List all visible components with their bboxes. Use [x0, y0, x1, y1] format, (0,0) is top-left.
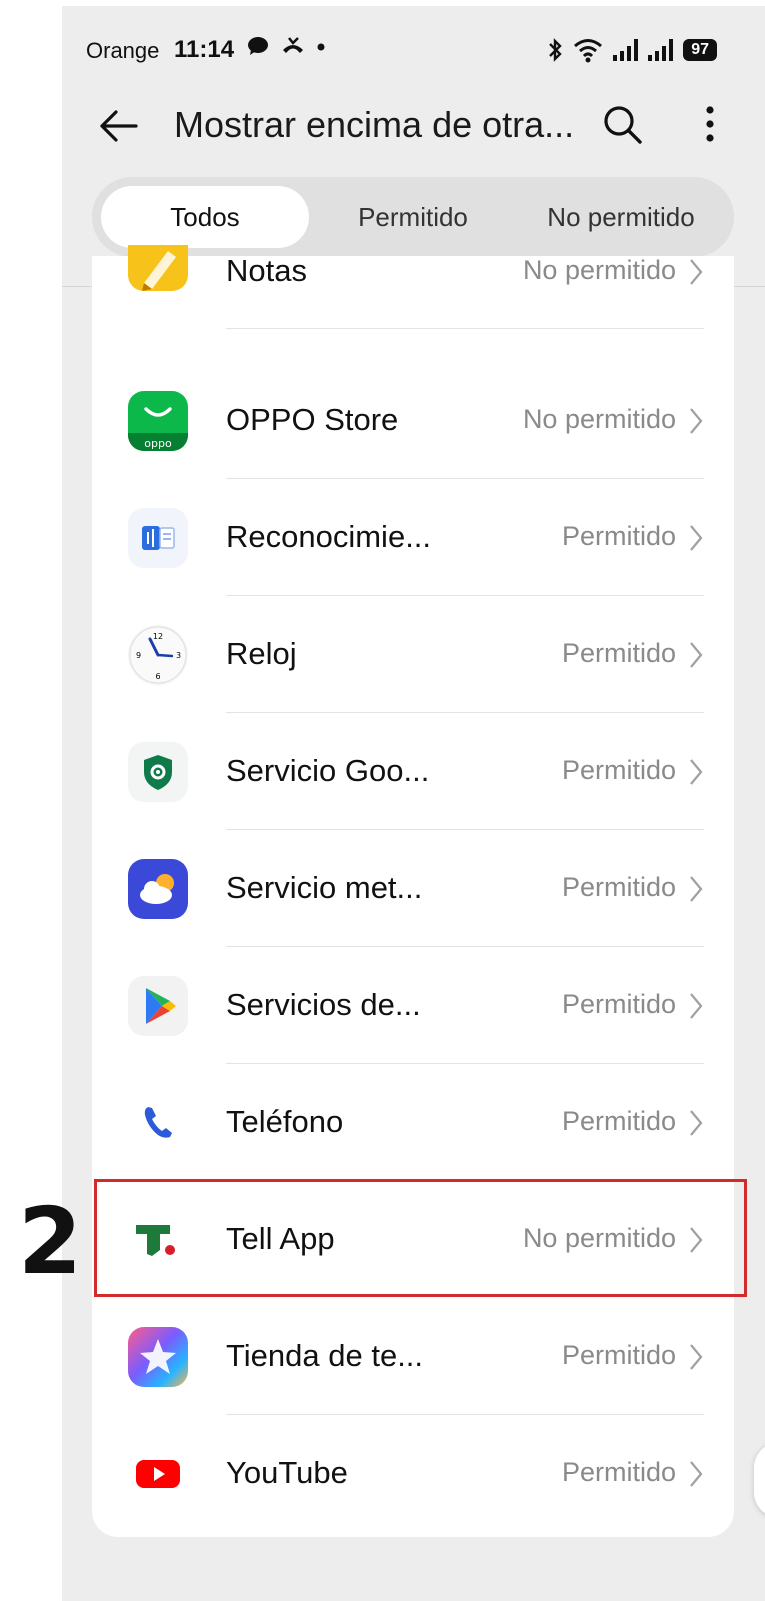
weather-icon — [128, 859, 188, 919]
tab-todos[interactable]: Todos — [101, 186, 309, 248]
permission-status: Permitido — [561, 521, 676, 551]
app-name: Teléfono — [226, 1104, 344, 1139]
permission-status: Permitido — [561, 1106, 676, 1136]
highlight-box — [94, 1179, 747, 1297]
page-title: Mostrar encima de otra... — [174, 104, 575, 145]
app-name: Servicio Goo... — [226, 753, 430, 788]
permission-status: No permitido — [522, 404, 676, 434]
list-item-notas[interactable]: Notas No permitido — [92, 245, 734, 362]
svg-text:12: 12 — [153, 632, 163, 641]
signal-icon-2 — [648, 39, 674, 61]
scroll-arrows-icon — [754, 1442, 765, 1518]
status-time: 11:14 — [174, 36, 235, 63]
battery-indicator: 97 — [683, 39, 717, 61]
app-list: Notas No permitido oppo OPPO Store No pe… — [92, 245, 734, 1537]
oppo-store-icon: oppo — [128, 391, 188, 451]
svg-text:oppo: oppo — [144, 437, 172, 450]
app-name: Notas — [226, 253, 307, 288]
chevron-right-icon — [690, 259, 703, 285]
list-item-reloj[interactable]: 12 6 9 3 Reloj Permitido — [92, 596, 734, 713]
search-icon[interactable] — [600, 102, 644, 146]
list-item-servicio-meteorologico[interactable]: Servicio met... Permitido — [92, 830, 734, 947]
app-name: YouTube — [226, 1455, 348, 1490]
notification-icons — [247, 36, 325, 62]
fast-scroll-handle[interactable] — [754, 1442, 765, 1518]
permission-status: Permitido — [561, 1457, 676, 1487]
status-bar: Orange 11:14 97 — [62, 28, 765, 68]
phone-icon — [128, 1093, 188, 1153]
carrier-label: Orange — [86, 38, 160, 63]
theme-store-icon — [128, 1327, 188, 1387]
permission-status: Permitido — [561, 755, 676, 785]
chevron-right-icon — [690, 876, 703, 902]
list-item-youtube[interactable]: YouTube Permitido — [92, 1415, 734, 1532]
svg-text:3: 3 — [176, 651, 181, 660]
missed-call-icon — [283, 37, 304, 53]
permission-status: Permitido — [561, 989, 676, 1019]
list-item-reconocimiento[interactable]: Reconocimie... Permitido — [92, 479, 734, 596]
back-arrow-icon[interactable] — [96, 104, 140, 148]
list-item-servicios-google-play[interactable]: Servicios de... Permitido — [92, 947, 734, 1064]
permission-status: Permitido — [561, 872, 676, 902]
svg-text:9: 9 — [136, 651, 141, 660]
svg-text:6: 6 — [155, 672, 160, 681]
app-name: OPPO Store — [226, 402, 399, 437]
permission-status: No permitido — [522, 255, 676, 285]
more-options-icon[interactable] — [698, 102, 722, 146]
chevron-right-icon — [690, 993, 703, 1019]
google-services-icon — [128, 742, 188, 802]
chevron-right-icon — [690, 525, 703, 551]
chevron-right-icon — [690, 1461, 703, 1487]
app-name: Servicios de... — [226, 987, 421, 1022]
step-number-annotation: 2 — [18, 1188, 83, 1295]
app-name: Reloj — [226, 636, 297, 671]
status-right: 97 — [547, 36, 717, 64]
app-name: Tienda de te... — [226, 1338, 424, 1373]
list-item-telefono[interactable]: Teléfono Permitido — [92, 1064, 734, 1181]
list-item-tienda-temas[interactable]: Tienda de te... Permitido — [92, 1298, 734, 1415]
notes-icon — [128, 245, 188, 291]
chevron-right-icon — [690, 1344, 703, 1370]
dot-icon — [317, 43, 325, 51]
app-bar: Mostrar encima de otra... — [62, 96, 765, 166]
chevron-right-icon — [690, 642, 703, 668]
google-play-icon — [128, 976, 188, 1036]
list-item-oppo-store[interactable]: oppo OPPO Store No permitido — [92, 362, 734, 479]
chevron-right-icon — [690, 759, 703, 785]
app-name: Reconocimie... — [226, 519, 432, 554]
tab-permitido[interactable]: Permitido — [309, 186, 517, 248]
tab-no-permitido[interactable]: No permitido — [517, 186, 725, 248]
voice-recognition-icon — [128, 508, 188, 568]
wifi-icon — [574, 39, 603, 63]
clock-icon: 12 6 9 3 — [128, 625, 188, 685]
youtube-icon — [128, 1444, 188, 1504]
chat-bubble-icon — [248, 37, 268, 55]
phone-screen: Orange 11:14 97 Mostrar encima de otra..… — [62, 6, 765, 1601]
permission-status: Permitido — [561, 638, 676, 668]
signal-icon — [613, 39, 639, 61]
chevron-right-icon — [690, 408, 703, 434]
list-item-servicio-google[interactable]: Servicio Goo... Permitido — [92, 713, 734, 830]
permission-status: Permitido — [561, 1340, 676, 1370]
chevron-right-icon — [690, 1110, 703, 1136]
app-name: Servicio met... — [226, 870, 423, 905]
row-divider — [226, 328, 704, 329]
bluetooth-icon — [549, 38, 562, 62]
